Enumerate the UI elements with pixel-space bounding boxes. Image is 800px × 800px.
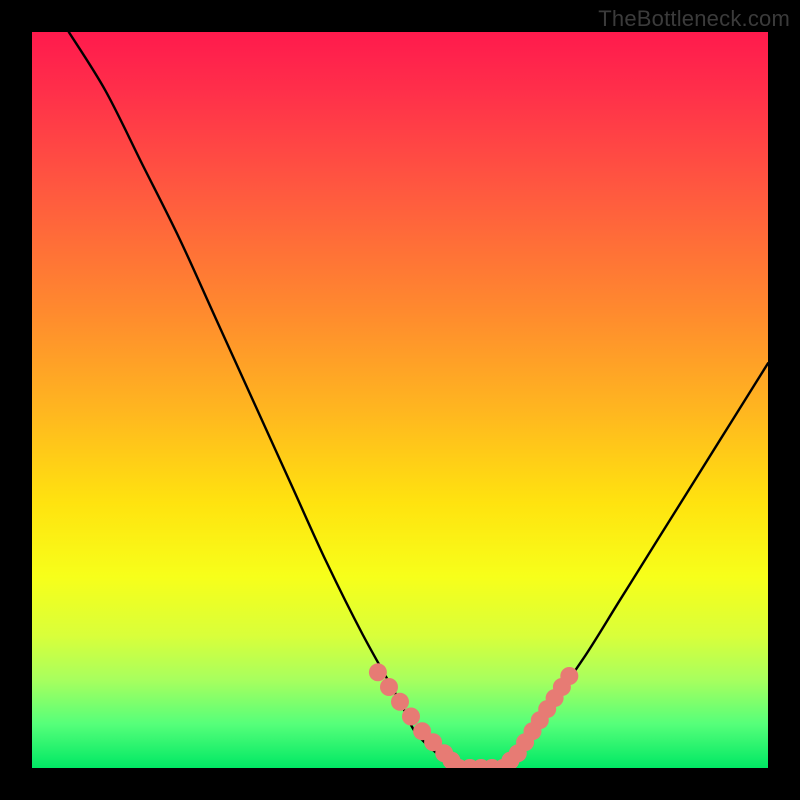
- highlight-dot: [391, 693, 409, 711]
- highlight-dot: [369, 663, 387, 681]
- bottleneck-curve-svg: [32, 32, 768, 768]
- plot-area: [32, 32, 768, 768]
- highlight-dots-right: [509, 667, 579, 762]
- chart-frame: TheBottleneck.com: [0, 0, 800, 800]
- highlight-dot: [402, 708, 420, 726]
- watermark-text: TheBottleneck.com: [598, 6, 790, 32]
- bottleneck-curve: [69, 32, 768, 768]
- highlight-dot: [560, 667, 578, 685]
- highlight-dot: [380, 678, 398, 696]
- highlight-dots-left: [369, 663, 461, 768]
